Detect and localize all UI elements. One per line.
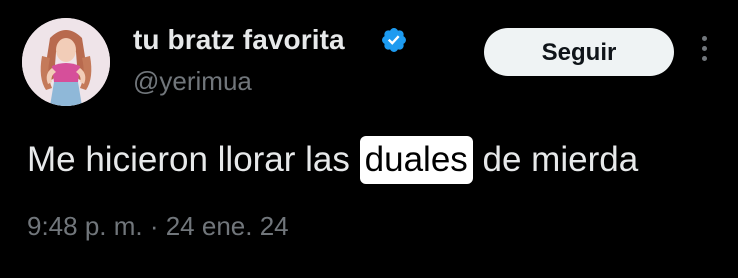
follow-button[interactable]: Seguir (484, 28, 674, 76)
tweet-text-after: de mierda (482, 140, 639, 179)
display-name[interactable]: tu bratz favorita (133, 24, 345, 56)
profile-photo-icon (22, 18, 110, 106)
tweet-card: tu bratz favorita @yerimua Seguir Me hic… (0, 0, 738, 278)
tweet-text-highlight: duales (359, 136, 473, 184)
verified-badge-icon (382, 28, 406, 52)
more-vertical-icon[interactable] (698, 36, 710, 70)
user-handle[interactable]: @yerimua (133, 66, 252, 97)
tweet-text: Me hicieron llorar las duales de mierda (27, 136, 638, 184)
dot (701, 56, 707, 61)
tweet-timestamp[interactable]: 9:48 p. m. · 24 ene. 24 (27, 211, 289, 242)
tweet-text-before: Me hicieron llorar las (27, 140, 350, 179)
dot (701, 36, 707, 41)
dot (701, 46, 707, 51)
avatar[interactable] (22, 18, 110, 106)
